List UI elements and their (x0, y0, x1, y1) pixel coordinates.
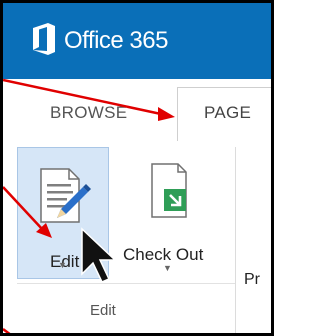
edit-button[interactable]: Edit ▼ (17, 147, 109, 279)
ribbon-body: Edit ▼ Check Out ▼ Edit Pr (3, 141, 271, 333)
check-out-button-label[interactable]: Check Out (123, 245, 203, 265)
edit-page-icon (39, 168, 91, 229)
tab-page[interactable]: PAGE (204, 103, 251, 123)
chevron-down-icon[interactable]: ▼ (58, 260, 67, 270)
tab-browse[interactable]: BROWSE (50, 103, 127, 123)
office-logo-icon (32, 22, 64, 60)
screenshot-frame: Office 365 BROWSE PAGE Edit ▼ Check Out … (0, 0, 274, 336)
brand[interactable]: Office 365 (32, 22, 168, 60)
group-separator (235, 147, 236, 333)
group-divider (17, 283, 235, 284)
chevron-down-icon[interactable]: ▼ (163, 263, 172, 273)
check-out-icon[interactable] (150, 163, 188, 224)
suite-bar: Office 365 (3, 3, 271, 79)
ribbon-tabs: BROWSE PAGE (3, 79, 271, 145)
brand-name: Office 365 (64, 27, 168, 54)
partial-button-label[interactable]: Pr (244, 271, 260, 289)
group-label-edit: Edit (90, 302, 116, 319)
